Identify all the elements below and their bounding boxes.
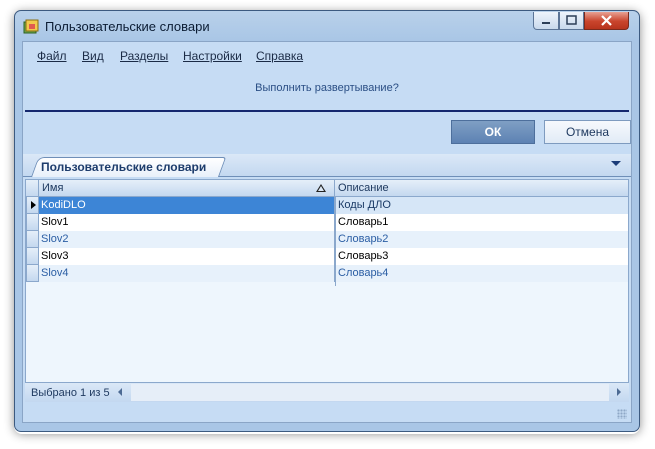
row-indicator <box>26 231 39 248</box>
cell-description[interactable]: Словарь4 <box>335 265 628 282</box>
minimize-icon <box>542 22 550 24</box>
close-icon <box>601 15 612 26</box>
minimize-button[interactable] <box>533 12 559 30</box>
table-row[interactable]: Slov1 Словарь1 <box>26 214 628 231</box>
window-title: Пользовательские словари <box>45 19 210 34</box>
cell-description[interactable]: Словарь3 <box>335 248 628 265</box>
dictionaries-grid: Имя Описание KodiDLO Коды ДЛО Slov1 Слов… <box>25 179 629 401</box>
menu-help[interactable]: Справка <box>256 49 303 63</box>
row-indicator <box>26 265 39 282</box>
column-divider <box>335 197 336 286</box>
column-header-name-label: Имя <box>42 182 64 194</box>
chevron-down-icon[interactable] <box>611 161 621 166</box>
table-row[interactable]: Slov2 Словарь2 <box>26 231 628 248</box>
row-indicator-header <box>26 180 39 197</box>
resize-grip-icon[interactable] <box>617 409 627 419</box>
row-indicator <box>26 248 39 265</box>
cell-name[interactable]: Slov1 <box>39 214 335 231</box>
main-window: Пользовательские словари Файл Вид Раздел… <box>14 10 640 432</box>
panel-header: Пользовательские словари <box>23 154 631 177</box>
selection-count: Выбрано 1 из 5 <box>31 387 110 399</box>
cell-name[interactable]: Slov2 <box>39 231 335 248</box>
title-bar[interactable]: Пользовательские словари <box>15 11 639 41</box>
menu-settings[interactable]: Настройки <box>183 49 242 63</box>
deploy-prompt: Выполнить развертывание? <box>255 82 399 94</box>
row-indicator <box>26 197 39 214</box>
table-row[interactable]: Slov3 Словарь3 <box>26 248 628 265</box>
menu-file[interactable]: Файл <box>37 49 67 63</box>
scroll-right-icon[interactable] <box>617 388 621 396</box>
grid-status-bar: Выбрано 1 из 5 <box>25 382 629 402</box>
column-header-description-label: Описание <box>338 182 389 194</box>
table-row[interactable]: KodiDLO Коды ДЛО <box>26 197 628 214</box>
current-row-icon <box>31 201 36 209</box>
sort-ascending-icon <box>316 184 326 192</box>
maximize-button[interactable] <box>559 12 584 30</box>
row-indicator <box>26 214 39 231</box>
bottom-bar <box>23 406 631 422</box>
table-row[interactable]: Slov4 Словарь4 <box>26 265 628 282</box>
column-header-name[interactable]: Имя <box>39 180 335 197</box>
menu-sections[interactable]: Разделы <box>120 49 168 63</box>
cell-description[interactable]: Словарь1 <box>335 214 628 231</box>
tab-label: Пользовательские словари <box>41 160 207 174</box>
cell-name[interactable]: KodiDLO <box>39 197 335 214</box>
close-button[interactable] <box>584 12 629 30</box>
scroll-left-icon[interactable] <box>118 388 122 396</box>
menu-bar: Файл Вид Разделы Настройки Справка <box>23 42 631 64</box>
column-header-description[interactable]: Описание <box>335 180 628 197</box>
cell-description[interactable]: Словарь2 <box>335 231 628 248</box>
cell-name[interactable]: Slov3 <box>39 248 335 265</box>
cell-description[interactable]: Коды ДЛО <box>335 197 628 214</box>
separator <box>25 110 629 112</box>
ok-button[interactable]: ОК <box>451 120 535 144</box>
app-icon <box>23 19 39 34</box>
horizontal-scrollbar[interactable] <box>131 384 609 401</box>
cell-name[interactable]: Slov4 <box>39 265 335 282</box>
cancel-button[interactable]: Отмена <box>544 120 631 144</box>
client-area: Файл Вид Разделы Настройки Справка Выпол… <box>22 41 632 423</box>
maximize-icon <box>566 15 577 25</box>
menu-view[interactable]: Вид <box>82 49 104 63</box>
